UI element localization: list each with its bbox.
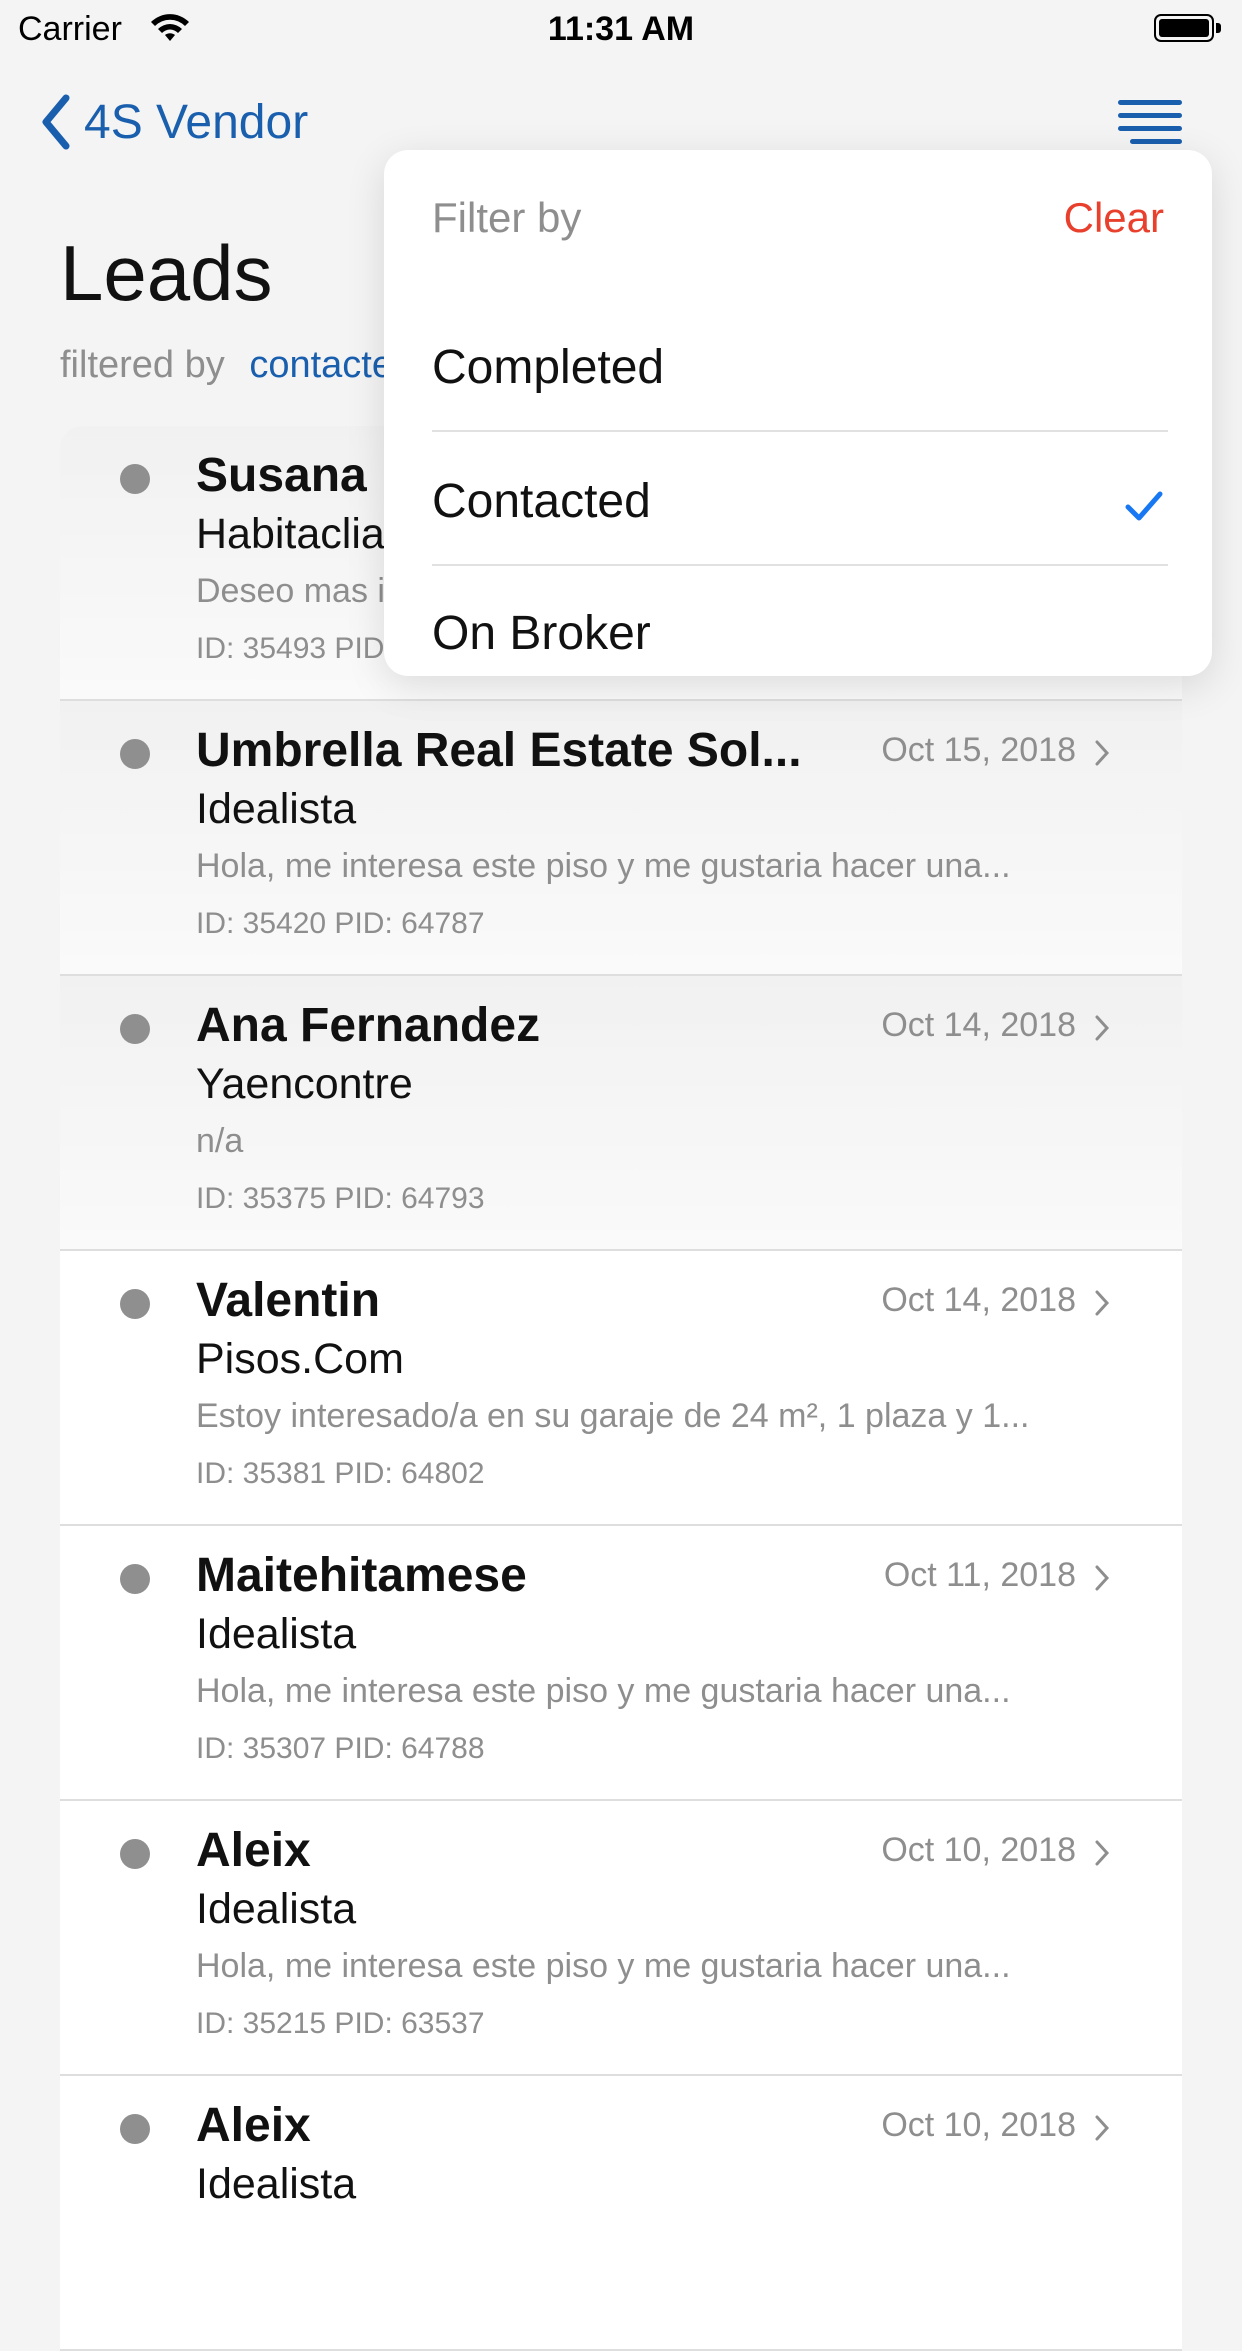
lead-message: n/a bbox=[196, 1122, 244, 1160]
lead-source: Idealista bbox=[196, 2160, 357, 2208]
lead-row[interactable]: Valentin Oct 14, 2018 Pisos.Com Estoy in… bbox=[60, 1251, 1182, 1526]
lead-message: Hola, me interesa este piso y me gustari… bbox=[196, 1947, 1011, 1985]
status-bar: Carrier 11:31 AM bbox=[0, 0, 1242, 62]
lead-date: Oct 10, 2018 bbox=[881, 1831, 1076, 1869]
chevron-left-icon bbox=[42, 94, 70, 150]
lead-name: Maitehitamese bbox=[196, 1549, 527, 1602]
lead-ids: ID: 35215 PID: 63537 bbox=[196, 2007, 485, 2040]
clear-filter-button[interactable]: Clear bbox=[1064, 194, 1164, 242]
lead-date: Oct 14, 2018 bbox=[881, 1006, 1076, 1044]
filter-label: filtered by bbox=[60, 344, 225, 386]
lead-name: Umbrella Real Estate Sol... bbox=[196, 724, 802, 777]
lead-source: Pisos.Com bbox=[196, 1335, 404, 1383]
status-dot bbox=[120, 1564, 150, 1594]
chevron-right-icon bbox=[1095, 740, 1110, 766]
lead-name: Susana bbox=[196, 449, 367, 502]
chevron-right-icon bbox=[1095, 1565, 1110, 1591]
lead-row[interactable]: Aleix Oct 10, 2018 Idealista bbox=[60, 2076, 1182, 2351]
filter-option-on-broker[interactable]: On Broker bbox=[432, 564, 1168, 676]
status-dot bbox=[120, 1289, 150, 1319]
filter-option-label: On Broker bbox=[432, 607, 651, 660]
lead-name: Valentin bbox=[196, 1274, 381, 1327]
lead-ids: ID: 35381 PID: 64802 bbox=[196, 1457, 485, 1490]
lead-source: Idealista bbox=[196, 785, 357, 833]
lead-source: Habitaclia bbox=[196, 510, 385, 558]
filter-option-label: Completed bbox=[432, 341, 665, 394]
filter-header: Filter by bbox=[432, 194, 582, 241]
lead-date: Oct 14, 2018 bbox=[881, 1281, 1076, 1319]
chevron-right-icon bbox=[1095, 1015, 1110, 1041]
lead-name: Aleix bbox=[196, 2099, 311, 2152]
lead-source: Idealista bbox=[196, 1610, 357, 1658]
filter-option-completed[interactable]: Completed bbox=[432, 298, 1168, 432]
lead-name: Ana Fernandez bbox=[196, 999, 541, 1052]
lead-date: Oct 15, 2018 bbox=[881, 731, 1076, 769]
lead-message: Hola, me interesa este piso y me gustari… bbox=[196, 847, 1011, 885]
lead-message: Estoy interesado/a en su garaje de 24 m²… bbox=[196, 1397, 1030, 1435]
status-dot bbox=[120, 464, 150, 494]
lead-date: Oct 11, 2018 bbox=[883, 1556, 1076, 1594]
active-filter-line: filtered by contacted bbox=[60, 344, 414, 387]
battery-icon bbox=[1154, 14, 1224, 44]
checkmark-icon bbox=[1125, 491, 1163, 521]
lead-ids: ID: 35307 PID: 64788 bbox=[196, 1732, 485, 1765]
lead-name: Aleix bbox=[196, 1824, 311, 1877]
lead-row[interactable]: Ana Fernandez Oct 14, 2018 Yaencontre n/… bbox=[60, 976, 1182, 1251]
lead-row[interactable]: Aleix Oct 10, 2018 Idealista Hola, me in… bbox=[60, 1801, 1182, 2076]
lead-ids: ID: 35493 PID: bbox=[196, 632, 393, 665]
lead-source: Yaencontre bbox=[196, 1060, 413, 1108]
status-dot bbox=[120, 1014, 150, 1044]
lead-message: Hola, me interesa este piso y me gustari… bbox=[196, 1672, 1011, 1710]
lead-date: Oct 10, 2018 bbox=[881, 2106, 1076, 2144]
clock-time: 11:31 AM bbox=[547, 10, 695, 48]
page-title: Leads bbox=[60, 229, 273, 317]
hamburger-menu-icon[interactable] bbox=[1118, 100, 1182, 148]
filter-option-label: Contacted bbox=[432, 475, 651, 528]
leads-list: Susana Habitaclia Deseo mas informacion … bbox=[60, 426, 1182, 2351]
filter-dropdown: Filter by Clear Completed Contacted On B… bbox=[384, 150, 1212, 676]
lead-ids: ID: 35375 PID: 64793 bbox=[196, 1182, 485, 1215]
filter-option-contacted[interactable]: Contacted bbox=[432, 432, 1168, 566]
lead-source: Idealista bbox=[196, 1885, 357, 1933]
lead-ids: ID: 35420 PID: 64787 bbox=[196, 907, 485, 940]
chevron-right-icon bbox=[1095, 2115, 1110, 2141]
chevron-right-icon bbox=[1095, 1840, 1110, 1866]
status-dot bbox=[120, 2114, 150, 2144]
status-dot bbox=[120, 739, 150, 769]
back-button[interactable]: 4S Vendor bbox=[36, 92, 308, 152]
lead-row[interactable]: Umbrella Real Estate Sol... Oct 15, 2018… bbox=[60, 701, 1182, 976]
lead-row[interactable]: Maitehitamese Oct 11, 2018 Idealista Hol… bbox=[60, 1526, 1182, 1801]
status-dot bbox=[120, 1839, 150, 1869]
chevron-right-icon bbox=[1095, 1290, 1110, 1316]
back-button-label: 4S Vendor bbox=[84, 95, 309, 149]
